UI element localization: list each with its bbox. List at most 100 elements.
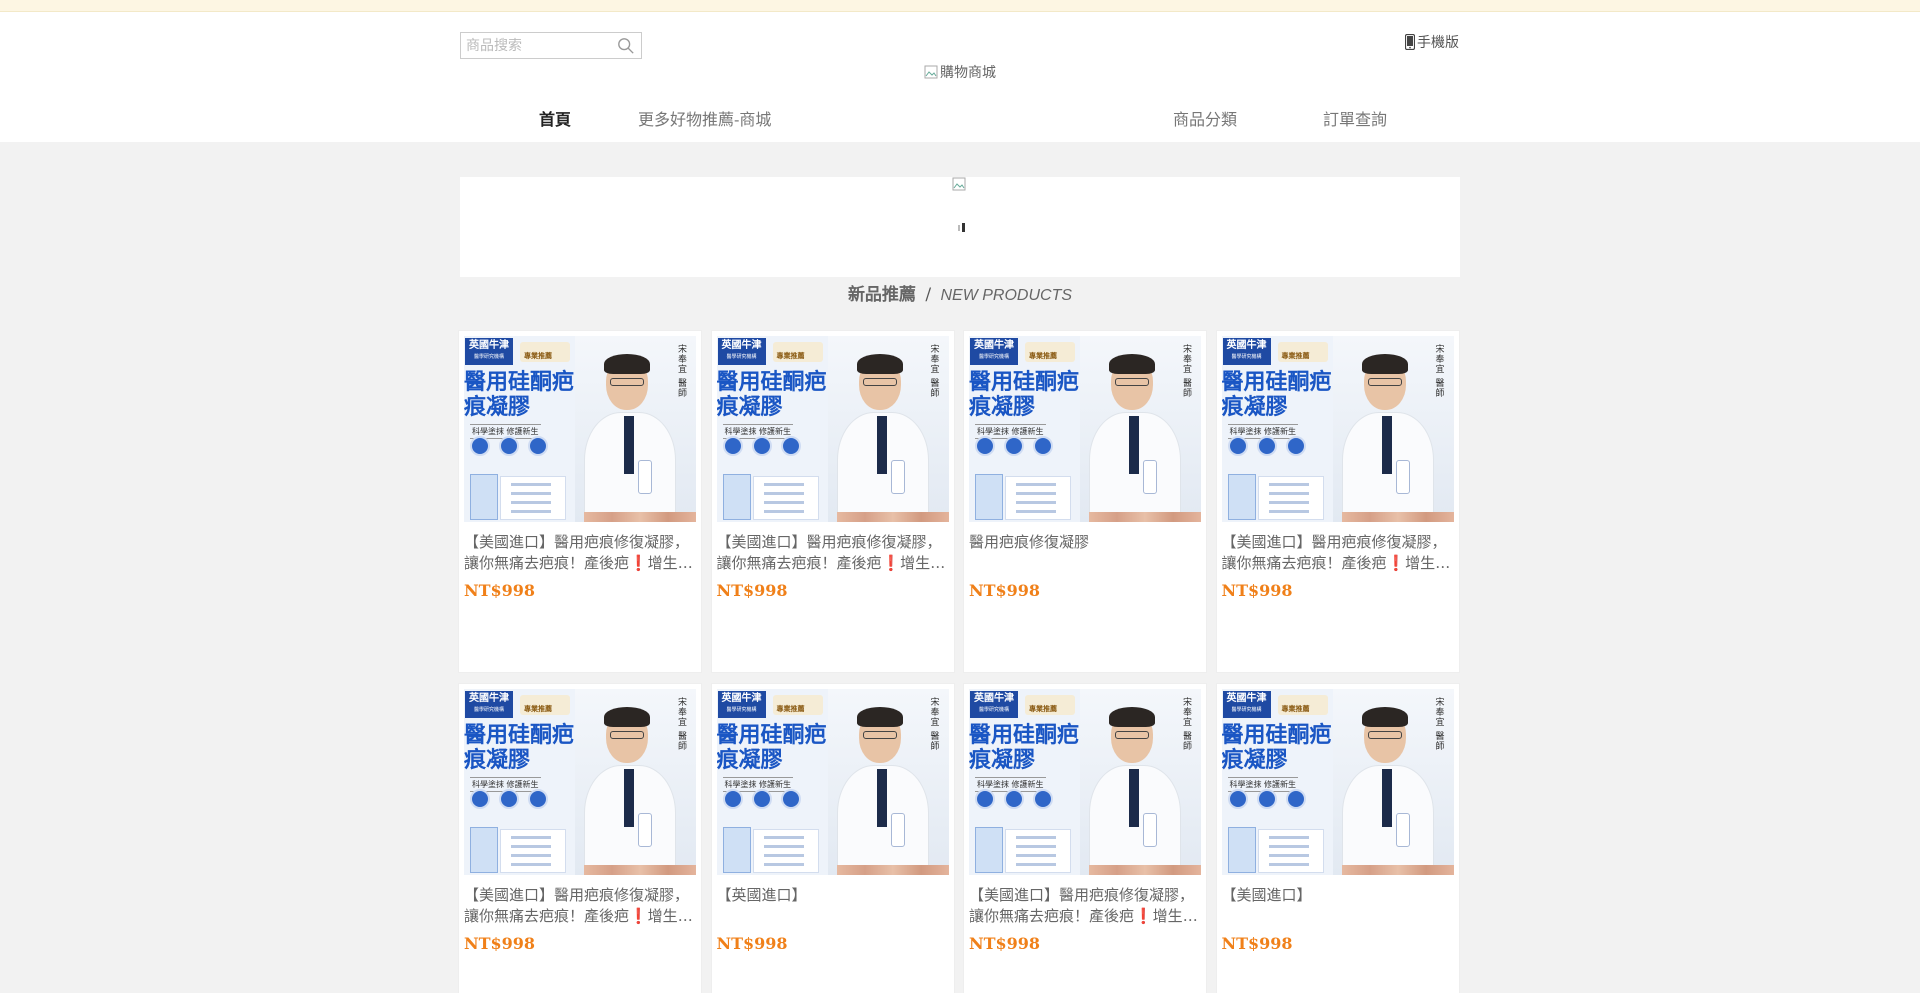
product-box-graphic: [1227, 827, 1256, 873]
product-box-graphic: [470, 474, 498, 520]
nav-home[interactable]: 首頁: [539, 106, 571, 130]
product-image-headline: 醫用硅酮疤痕凝膠: [969, 370, 1080, 420]
slider-dots: [958, 223, 965, 232]
product-image-badge: 專業推薦: [1277, 695, 1328, 715]
search-icon[interactable]: [617, 37, 635, 55]
product-image-brand: 英國牛津 醫學研究機構: [465, 338, 513, 365]
product-image-vertical-text: 宋奉宜 醫師: [1181, 344, 1191, 398]
product-list-graphic: [752, 829, 819, 873]
product-image-brand: 英國牛津 醫學研究機構: [970, 691, 1018, 718]
section-title-cn: 新品推薦: [847, 285, 916, 305]
doctor-figure: [1341, 354, 1434, 522]
product-name[interactable]: 【美國進口】醫用疤痕修復凝膠，讓你無痛去疤痕！產後疤❗增生疤❗燒燙傷疤❗: [464, 885, 696, 927]
product-image-headline: 醫用硅酮疤痕凝膠: [1221, 723, 1332, 773]
product-card[interactable]: 英國牛津 醫學研究機構 專業推薦 醫用硅酮疤痕凝膠 科學塗抹 修護新生 宋奉宜 …: [458, 683, 702, 993]
product-box-graphic: [975, 474, 1003, 520]
product-price: NT$998: [464, 934, 536, 953]
product-price: NT$998: [716, 934, 788, 953]
product-image-vertical-text: 宋奉宜 醫師: [928, 697, 939, 751]
product-image[interactable]: 英國牛津 醫學研究機構 專業推薦 醫用硅酮疤痕凝膠 科學塗抹 修護新生 宋奉宜 …: [464, 689, 696, 875]
nav-categories[interactable]: 商品分類: [1173, 106, 1237, 130]
search-box[interactable]: [460, 32, 642, 59]
product-image-vertical-text: 宋奉宜 醫師: [676, 344, 686, 398]
product-name[interactable]: 【美國進口】醫用疤痕修復凝膠，讓你無痛去疤痕！產後疤❗增生疤❗燒燙傷疤❗: [969, 885, 1201, 927]
product-list-graphic: [1005, 476, 1071, 520]
product-price: NT$998: [464, 581, 536, 600]
doctor-figure: [1089, 354, 1181, 522]
doctor-figure: [1341, 707, 1434, 875]
product-box-graphic: [975, 827, 1003, 873]
mobile-version-link[interactable]: 手機版: [1405, 32, 1459, 52]
feature-icons: [975, 789, 1053, 809]
product-image-headline: 醫用硅酮疤痕凝膠: [1221, 370, 1332, 420]
feature-icons: [470, 789, 548, 809]
product-image-badge: 專業推薦: [772, 695, 823, 715]
product-image-brand: 英國牛津 醫學研究機構: [1222, 338, 1271, 365]
product-image[interactable]: 英國牛津 醫學研究機構 專業推薦 醫用硅酮疤痕凝膠 科學塗抹 修護新生 宋奉宜 …: [464, 336, 696, 522]
product-card[interactable]: 英國牛津 醫學研究機構 專業推薦 醫用硅酮疤痕凝膠 科學塗抹 修護新生 宋奉宜 …: [963, 683, 1207, 993]
broken-image-icon: [924, 65, 938, 79]
product-image-brand: 英國牛津 醫學研究機構: [970, 338, 1018, 365]
product-card[interactable]: 英國牛津 醫學研究機構 專業推薦 醫用硅酮疤痕凝膠 科學塗抹 修護新生 宋奉宜 …: [710, 330, 955, 673]
section-title-separator: /: [925, 285, 932, 305]
site-logo[interactable]: 購物商城: [924, 62, 996, 82]
product-card[interactable]: 英國牛津 醫學研究機構 專業推薦 醫用硅酮疤痕凝膠 科學塗抹 修護新生 宋奉宜 …: [1215, 330, 1460, 673]
product-list-graphic: [752, 476, 819, 520]
product-image[interactable]: 英國牛津 醫學研究機構 專業推薦 醫用硅酮疤痕凝膠 科學塗抹 修護新生 宋奉宜 …: [716, 336, 949, 522]
product-image-brand: 英國牛津 醫學研究機構: [465, 691, 513, 718]
mobile-version-label: 手機版: [1417, 35, 1459, 51]
doctor-figure: [584, 707, 676, 875]
product-box-graphic: [722, 827, 751, 873]
product-image[interactable]: 英國牛津 醫學研究機構 專業推薦 醫用硅酮疤痕凝膠 科學塗抹 修護新生 宋奉宜 …: [1221, 336, 1454, 522]
product-box-graphic: [470, 827, 498, 873]
product-card[interactable]: 英國牛津 醫學研究機構 專業推薦 醫用硅酮疤痕凝膠 科學塗抹 修護新生 宋奉宜 …: [963, 330, 1207, 673]
product-image-headline: 醫用硅酮疤痕凝膠: [464, 370, 575, 420]
product-price: NT$998: [1221, 934, 1293, 953]
product-image[interactable]: 英國牛津 醫學研究機構 專業推薦 醫用硅酮疤痕凝膠 科學塗抹 修護新生 宋奉宜 …: [969, 689, 1201, 875]
product-card[interactable]: 英國牛津 醫學研究機構 專業推薦 醫用硅酮疤痕凝膠 科學塗抹 修護新生 宋奉宜 …: [710, 683, 955, 993]
slider-dot-active[interactable]: [962, 223, 965, 232]
product-list-graphic: [1257, 476, 1324, 520]
product-box-graphic: [1227, 474, 1256, 520]
product-image[interactable]: 英國牛津 醫學研究機構 專業推薦 醫用硅酮疤痕凝膠 科學塗抹 修護新生 宋奉宜 …: [1221, 689, 1454, 875]
product-box-graphic: [722, 474, 751, 520]
product-list-graphic: [500, 829, 566, 873]
product-name[interactable]: 【美國進口】醫用疤痕修復凝膠，讓你無痛去疤痕！產後疤❗增生疤❗燒燙傷疤❗: [464, 532, 696, 574]
product-image[interactable]: 英國牛津 醫學研究機構 專業推薦 醫用硅酮疤痕凝膠 科學塗抹 修護新生 宋奉宜 …: [969, 336, 1201, 522]
logo-alt-text: 購物商城: [940, 65, 996, 81]
feature-icons: [722, 789, 801, 809]
product-image-headline: 醫用硅酮疤痕凝膠: [969, 723, 1080, 773]
nav-more-products[interactable]: 更多好物推薦-商城: [638, 106, 771, 130]
section-title-en: NEW PRODUCTS: [940, 287, 1073, 304]
phone-icon: [1405, 34, 1415, 50]
feature-icons: [470, 436, 548, 456]
search-input[interactable]: [461, 33, 611, 58]
doctor-figure: [836, 707, 929, 875]
product-list-graphic: [500, 476, 566, 520]
product-image-badge: 專業推薦: [1025, 695, 1075, 715]
section-title: 新品推薦 / NEW PRODUCTS: [0, 280, 1920, 305]
nav-order-query[interactable]: 訂單查詢: [1323, 106, 1387, 130]
product-name[interactable]: 【美國進口】: [1222, 885, 1454, 927]
product-image-brand: 英國牛津 醫學研究機構: [717, 691, 766, 718]
product-name[interactable]: 【美國進口】醫用疤痕修復凝膠，讓你無痛去疤痕！產後疤❗增生疤❗燒燙傷疤❗: [1222, 532, 1454, 574]
banner-slider[interactable]: [460, 177, 1460, 277]
product-name[interactable]: 【英國進口】: [717, 885, 949, 927]
product-image[interactable]: 英國牛津 醫學研究機構 專業推薦 醫用硅酮疤痕凝膠 科學塗抹 修護新生 宋奉宜 …: [716, 689, 949, 875]
banner-broken-image-icon: [952, 177, 966, 191]
product-card[interactable]: 英國牛津 醫學研究機構 專業推薦 醫用硅酮疤痕凝膠 科學塗抹 修護新生 宋奉宜 …: [458, 330, 702, 673]
product-price: NT$998: [1221, 581, 1293, 600]
product-card[interactable]: 英國牛津 醫學研究機構 專業推薦 醫用硅酮疤痕凝膠 科學塗抹 修護新生 宋奉宜 …: [1215, 683, 1460, 993]
feature-icons: [1227, 436, 1306, 456]
product-image-brand: 英國牛津 醫學研究機構: [1222, 691, 1271, 718]
slider-dot[interactable]: [958, 224, 960, 231]
product-image-badge: 專業推薦: [772, 342, 823, 362]
doctor-figure: [584, 354, 676, 522]
product-image-badge: 專業推薦: [520, 342, 570, 362]
main-nav: 首頁 更多好物推薦-商城 商品分類 訂單查詢: [0, 106, 1920, 130]
product-list-graphic: [1005, 829, 1071, 873]
product-image-vertical-text: 宋奉宜 醫師: [1433, 697, 1444, 751]
product-name[interactable]: 【美國進口】醫用疤痕修復凝膠，讓你無痛去疤痕！產後疤❗增生疤❗燒燙傷疤❗: [717, 532, 949, 574]
doctor-figure: [836, 354, 929, 522]
product-name[interactable]: 醫用疤痕修復凝膠: [969, 532, 1201, 574]
